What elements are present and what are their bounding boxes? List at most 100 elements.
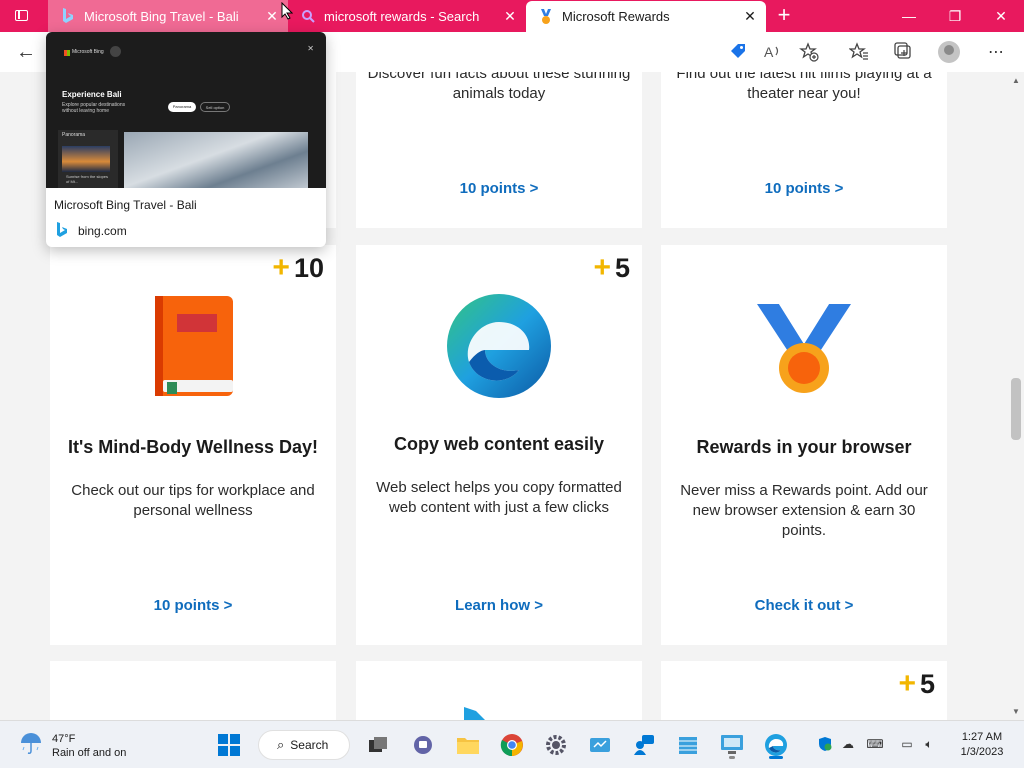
search-icon: [110, 46, 121, 57]
clock-time: 1:27 AM: [961, 731, 1003, 743]
favorite-add-icon[interactable]: [797, 40, 821, 64]
card-films[interactable]: Find out the latest hit films playing at…: [661, 72, 947, 228]
card-description: Discover fun facts about these stunning …: [367, 72, 631, 102]
scroll-down-icon[interactable]: ▼: [1012, 707, 1020, 716]
preview-panel-label: Panorama: [62, 132, 86, 138]
start-button[interactable]: [213, 729, 245, 761]
close-window-button[interactable]: ✕: [978, 0, 1024, 32]
system-clock[interactable]: 1:27 AM 1/3/2023: [954, 730, 1010, 760]
points-badge: + 5: [898, 667, 935, 701]
teams-chat-icon[interactable]: [407, 729, 439, 761]
rewards-tag-icon[interactable]: [726, 40, 750, 64]
azure-data-icon[interactable]: [672, 729, 704, 761]
card-description: Check out our tips for workplace and per…: [71, 482, 315, 519]
rain-cloud-icon: [18, 731, 44, 760]
scrollbar-thumb[interactable]: [1011, 378, 1021, 440]
bing-icon: [56, 222, 70, 238]
search-icon: ⌕: [277, 737, 285, 752]
settings-gear-icon[interactable]: [540, 729, 572, 761]
tab-actions-icon[interactable]: [10, 6, 32, 26]
card-description: Never miss a Rewards point. Add our new …: [680, 482, 928, 539]
page-scrollbar[interactable]: ▲ ▼: [1008, 72, 1024, 720]
preview-panel: Panorama Sunrise from the slopes of Mt..…: [58, 130, 118, 188]
keyboard-icon[interactable]: ⌨: [864, 733, 886, 755]
maximize-button[interactable]: ❐: [932, 0, 978, 32]
read-aloud-icon[interactable]: A: [761, 40, 785, 64]
card-rewards-browser[interactable]: Rewards in your browser Never miss a Rew…: [661, 245, 947, 645]
card-wellness[interactable]: + 10 It's Mind-Body Wellness Day! Check …: [50, 245, 336, 645]
preview-title: Microsoft Bing Travel - Bali: [54, 198, 197, 212]
minimize-icon: —: [902, 8, 916, 24]
badge-value: 5: [919, 668, 935, 699]
more-icon[interactable]: ⋯: [984, 40, 1008, 64]
restore-icon: ❐: [948, 7, 962, 24]
card-bottom-left[interactable]: [50, 661, 336, 720]
weather-description: Rain off and on: [52, 746, 127, 759]
preview-pill: Panorama: [168, 102, 196, 112]
preview-pill: Sell option: [200, 102, 230, 112]
people-chat-icon[interactable]: [628, 729, 660, 761]
bing-logo-icon: [462, 707, 488, 720]
task-view-icon[interactable]: [362, 729, 394, 761]
tab-bar: Microsoft Bing Travel - Bali ✕ microsoft…: [0, 0, 1024, 32]
tab-microsoft-rewards[interactable]: Microsoft Rewards ✕: [526, 1, 766, 32]
learn-how-link[interactable]: Learn how >: [356, 597, 642, 614]
close-icon: ✕: [995, 7, 1007, 24]
taskbar: 47°F Rain off and on ⌕ Search ☁ ⌨ ▭ 🔈︎ 1…: [0, 720, 1024, 768]
file-explorer-icon[interactable]: [452, 729, 484, 761]
search-label: Search: [290, 738, 329, 752]
scroll-up-icon[interactable]: ▲: [1012, 76, 1020, 85]
card-bottom-middle[interactable]: [356, 661, 642, 720]
bing-icon: [60, 8, 76, 24]
points-badge: + 10: [272, 251, 324, 285]
close-tab-icon[interactable]: ✕: [500, 8, 520, 25]
card-description: Web select helps you copy formatted web …: [376, 479, 622, 516]
bing-search-icon: [300, 8, 316, 24]
whiteboard-icon[interactable]: [584, 729, 616, 761]
back-button[interactable]: ←: [12, 40, 40, 64]
tab-hover-preview[interactable]: Microsoft Bing ✕ Experience Bali Explore…: [46, 32, 326, 247]
svg-text:A: A: [764, 44, 774, 60]
points-badge: + 5: [593, 251, 630, 285]
badge-value: 10: [293, 252, 324, 283]
tab-title: Microsoft Rewards: [562, 9, 670, 24]
plus-icon: +: [898, 667, 916, 700]
favorites-icon[interactable]: [847, 40, 871, 64]
rewards-icon: [538, 8, 554, 25]
plus-icon: +: [272, 251, 290, 284]
collections-icon[interactable]: [892, 40, 916, 64]
mouse-cursor-icon: [281, 1, 294, 25]
weather-widget[interactable]: 47°F Rain off and on: [18, 731, 126, 760]
close-tab-icon[interactable]: ✕: [262, 8, 282, 25]
preview-subtitle: Explore popular destinations without lea…: [62, 102, 126, 114]
onedrive-cloud-icon[interactable]: ☁: [837, 733, 859, 755]
speaker-icon[interactable]: 🔈︎: [918, 733, 940, 755]
defender-shield-icon[interactable]: [814, 733, 836, 755]
display-icon[interactable]: ▭: [896, 733, 918, 755]
card-copy-web-content[interactable]: + 5 Copy web content easily Web select h…: [356, 245, 642, 645]
check-it-out-link[interactable]: Check it out >: [661, 597, 947, 614]
preview-panel-image: [62, 146, 110, 172]
close-tab-icon[interactable]: ✕: [740, 8, 760, 25]
close-icon: ✕: [307, 44, 314, 53]
tab-rewards-search[interactable]: microsoft rewards - Search ✕: [288, 0, 526, 32]
preview-sky-image: [124, 132, 308, 188]
preview-domain: bing.com: [78, 224, 127, 238]
edge-taskbar-icon[interactable]: [760, 729, 792, 761]
card-animals[interactable]: Discover fun facts about these stunning …: [356, 72, 642, 228]
card-title: It's Mind-Body Wellness Day!: [68, 437, 318, 457]
tab-bing-travel[interactable]: Microsoft Bing Travel - Bali ✕: [48, 0, 288, 32]
new-tab-button[interactable]: +: [772, 4, 796, 28]
chrome-icon[interactable]: [496, 729, 528, 761]
preview-header: Microsoft Bing ✕: [56, 42, 316, 57]
clock-date: 1/3/2023: [960, 746, 1004, 758]
taskbar-search[interactable]: ⌕ Search: [258, 730, 350, 760]
remote-desktop-icon[interactable]: [716, 729, 748, 761]
minimize-button[interactable]: —: [886, 0, 932, 32]
profile-avatar[interactable]: [938, 41, 960, 63]
weather-temperature: 47°F: [52, 732, 76, 745]
card-points-link[interactable]: 10 points >: [356, 180, 642, 197]
card-points-link[interactable]: 10 points >: [50, 597, 336, 614]
card-points-link[interactable]: 10 points >: [661, 180, 947, 197]
card-bottom-right[interactable]: + 5: [661, 661, 947, 720]
